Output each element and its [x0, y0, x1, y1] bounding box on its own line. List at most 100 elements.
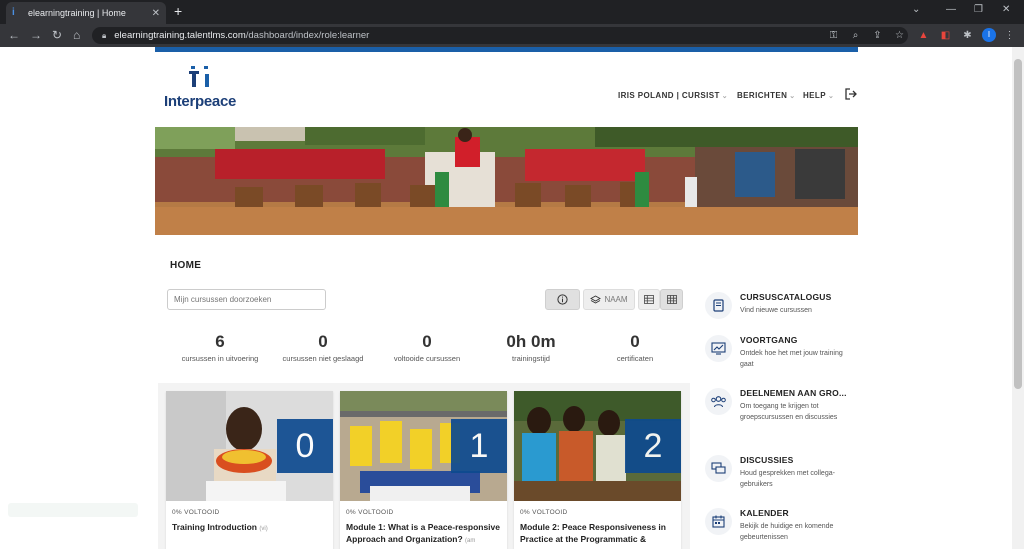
info-icon	[557, 294, 568, 305]
course-card[interactable]: 2 0% VOLTOOID Module 2: Peace Responsive…	[514, 391, 681, 549]
stat-value: 0	[630, 332, 640, 351]
stat-value: 0	[318, 332, 328, 351]
sidebar-item-title: KALENDER	[740, 508, 789, 518]
browser-tab[interactable]: i elearningtraining | Home ✕	[6, 2, 166, 24]
course-title-text: Module 2: Peace Responsiveness in Practi…	[520, 522, 666, 544]
user-menu[interactable]: IRIS POLAND | CURSIST ⌄	[618, 91, 728, 100]
help-label: HELP	[803, 91, 826, 100]
sidebar-item-title: VOORTGANG	[740, 335, 798, 345]
reload-icon[interactable]: ↻	[52, 28, 62, 42]
discussion-icon	[705, 455, 732, 482]
pdf-extension-icon[interactable]: ▲	[918, 30, 929, 41]
course-number: 0	[277, 419, 333, 473]
sort-label: NAAM	[604, 295, 628, 304]
sidebar-item-title: CURSUSCATALOGUS	[740, 292, 832, 302]
page-title: HOME	[170, 260, 202, 271]
course-title[interactable]: Module 2: Peace Responsiveness in Practi…	[520, 521, 675, 545]
site-logo[interactable]: Interpeace	[164, 65, 244, 113]
page-scrollbar[interactable]	[1012, 47, 1024, 549]
forward-icon[interactable]: →	[30, 28, 42, 42]
profile-avatar[interactable]: I	[982, 28, 996, 42]
user-menu-label: IRIS POLAND | CURSIST	[618, 91, 720, 100]
stat-in-progress: 6 cursussen in uitvoering	[165, 332, 275, 364]
course-grid: 0 0% VOLTOOID Training Introduction (vi)…	[158, 383, 690, 549]
tab-title: elearningtraining | Home	[28, 8, 126, 18]
course-title-text: Module 1: What is a Peace-responsive App…	[346, 522, 500, 544]
chevron-down-icon: ⌄	[789, 93, 796, 100]
logout-icon[interactable]	[845, 88, 857, 100]
stat-label: trainingstijd	[512, 354, 550, 363]
course-progress: 0% VOLTOOID	[520, 509, 568, 516]
chevron-down-icon: ⌄	[721, 93, 729, 100]
course-card[interactable]: 0 0% VOLTOOID Training Introduction (vi)	[166, 391, 333, 549]
key-icon[interactable]: ⚿	[828, 30, 839, 41]
faded-overlay	[8, 503, 138, 517]
sidebar-item-desc: Ontdek hoe het met jouw training gaat	[740, 350, 843, 368]
course-progress: 0% VOLTOOID	[172, 509, 220, 516]
list-view-button[interactable]	[638, 289, 660, 310]
close-window-icon[interactable]: ✕	[1002, 4, 1010, 15]
tab-search-icon[interactable]: ⌄	[912, 4, 920, 15]
address-bar[interactable]: 🔒︎ elearningtraining.talentlms.com/dashb…	[92, 27, 908, 44]
maximize-icon[interactable]: ❐	[974, 4, 983, 15]
stat-completed: 0 voltooide cursussen	[372, 332, 482, 364]
stat-label: cursussen niet geslaagd	[282, 354, 364, 363]
stat-value: 6	[215, 332, 225, 351]
course-title[interactable]: Training Introduction (vi)	[172, 521, 327, 535]
sidebar-item-desc: Vind nieuwe cursussen	[740, 307, 812, 314]
close-tab-icon[interactable]: ✕	[152, 8, 160, 19]
extension-icon[interactable]: ◧	[940, 30, 951, 41]
minimize-icon[interactable]: —	[946, 4, 956, 15]
bookmark-star-icon[interactable]: ☆	[894, 30, 905, 41]
stat-label: voltooide cursussen	[393, 354, 461, 363]
sidebar-item-title: DEELNEMEN AAN GRO...	[740, 388, 847, 398]
stat-value: 0	[422, 332, 432, 351]
interpeace-logo-icon	[189, 66, 209, 87]
catalog-book-icon	[705, 292, 732, 319]
course-progress: 0% VOLTOOID	[346, 509, 394, 516]
course-search-input[interactable]	[167, 289, 326, 310]
course-number: 2	[625, 419, 681, 473]
browser-tabbar: i elearningtraining | Home ✕ + ⌄ — ❐ ✕	[0, 0, 1024, 24]
calendar-icon	[705, 508, 732, 535]
sidebar-item-title: DISCUSSIES	[740, 455, 794, 465]
course-card[interactable]: 1 0% VOLTOOID Module 1: What is a Peace-…	[340, 391, 507, 549]
new-tab-button[interactable]: +	[174, 3, 182, 19]
zoom-icon[interactable]: ⌕	[850, 30, 861, 41]
grid-view-button[interactable]	[660, 289, 683, 310]
info-button[interactable]	[545, 289, 580, 310]
grid-view-icon	[666, 295, 677, 304]
help-menu[interactable]: HELP ⌄	[803, 91, 834, 100]
sort-by-name-button[interactable]: NAAM	[583, 289, 635, 310]
menu-icon[interactable]: ⋮	[1004, 30, 1015, 41]
page-viewport: Interpeace IRIS POLAND | CURSIST ⌄ BERICH…	[0, 47, 1012, 549]
puzzle-icon[interactable]: ✱	[962, 30, 973, 41]
stat-label: certificaten	[616, 354, 654, 363]
list-view-icon	[644, 295, 654, 304]
stat-training-time: 0h 0m trainingstijd	[476, 332, 586, 364]
sidebar-item-desc: Bekijk de huidige en komende gebeurtenis…	[740, 523, 834, 541]
url-path: /dashboard/index/role:learner	[245, 30, 370, 41]
browser-toolbar: ← → ↻ ⌂ 🔒︎ elearningtraining.talentlms.c…	[0, 24, 1024, 47]
course-code: (vi)	[259, 526, 268, 532]
scrollbar-thumb[interactable]	[1014, 59, 1022, 389]
lock-icon: 🔒︎	[102, 30, 107, 40]
course-number: 1	[451, 419, 507, 473]
home-icon[interactable]: ⌂	[73, 28, 80, 42]
share-icon[interactable]: ⇪	[872, 30, 883, 41]
messages-label: BERICHTEN	[737, 91, 788, 100]
stat-failed: 0 cursussen niet geslaagd	[268, 332, 378, 364]
course-title[interactable]: Module 1: What is a Peace-responsive App…	[346, 521, 501, 547]
chevron-down-icon: ⌄	[827, 93, 835, 100]
sidebar-item-desc: Houd gesprekken met collega-gebruikers	[740, 470, 835, 488]
messages-menu[interactable]: BERICHTEN ⌄	[737, 91, 796, 100]
back-icon[interactable]: ←	[8, 28, 20, 42]
stat-value: 0h 0m	[506, 332, 556, 351]
logo-text: Interpeace	[164, 93, 237, 110]
url-host: elearningtraining.talentlms.com	[114, 30, 246, 41]
top-accent-line	[155, 47, 858, 52]
site-favicon-icon: i	[12, 7, 15, 18]
course-title-text: Training Introduction	[172, 522, 257, 532]
sidebar-item-desc: Om toegang te krijgen tot groepscursusse…	[740, 403, 838, 421]
layers-icon	[590, 294, 602, 304]
